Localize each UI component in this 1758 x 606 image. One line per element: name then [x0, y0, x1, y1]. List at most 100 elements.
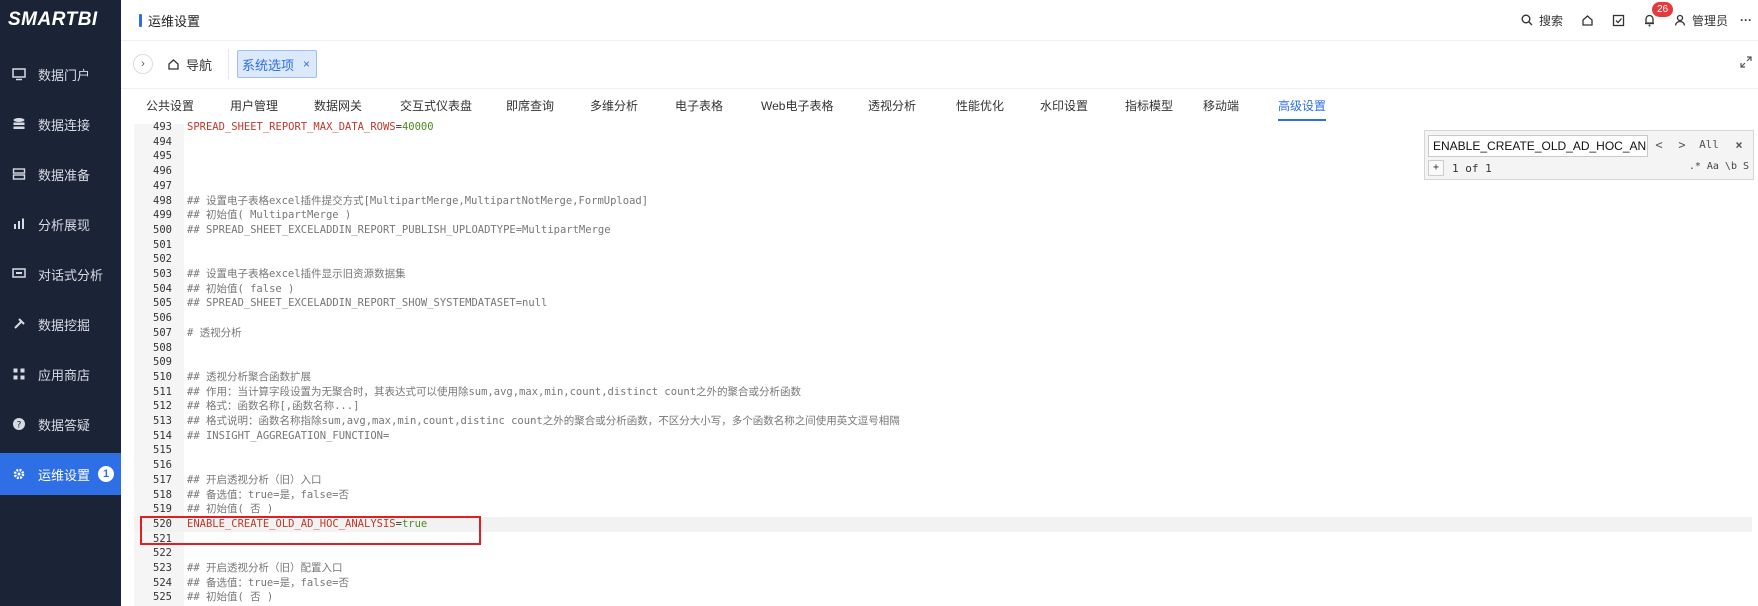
- code-line[interactable]: 498 ## 设置电子表格excel插件提交方式[MultipartMerge,M…: [134, 194, 1752, 209]
- tasks-button[interactable]: [1612, 14, 1625, 27]
- regex-toggle[interactable]: .*: [1689, 161, 1701, 172]
- code-line[interactable]: 523 ## 开启透视分析（旧）配置入口: [134, 561, 1752, 576]
- code-line[interactable]: 507 # 透视分析: [134, 326, 1752, 341]
- line-number: 522: [153, 547, 172, 560]
- code-line[interactable]: 505 ## SPREAD_SHEET_EXCELADDIN_REPORT_SHO…: [134, 296, 1752, 311]
- settings-subtabs: 公共设置 用户管理 数据网关 交互式仪表盘 即席查询 多维分析 电子表格 Web电子表格 透视分…: [121, 88, 1758, 121]
- find-input[interactable]: ENABLE_CREATE_OLD_AD_HOC_AN: [1428, 135, 1648, 157]
- subtab-11[interactable]: 指标模型: [1125, 97, 1173, 114]
- find-prev-button[interactable]: <: [1650, 135, 1668, 155]
- home-icon: [168, 58, 179, 70]
- open-tabs-bar: › 导航 系统选项 ×: [121, 40, 1758, 89]
- close-tab-icon[interactable]: ×: [303, 57, 310, 71]
- code-line[interactable]: 506: [134, 311, 1752, 326]
- tab-divider: [228, 49, 230, 79]
- code-line[interactable]: 509: [134, 355, 1752, 370]
- code-line[interactable]: 512 ## 格式：函数名称[,函数名称...]: [134, 399, 1752, 414]
- code-line[interactable]: 508: [134, 341, 1752, 356]
- svg-text:?: ?: [17, 421, 22, 431]
- code-text: ## 设置电子表格excel插件提交方式[MultipartMerge,Mult…: [187, 194, 649, 207]
- tab-system-options[interactable]: 系统选项 ×: [237, 50, 318, 78]
- code-text: ## 开启透视分析（旧）配置入口: [187, 562, 343, 574]
- line-number: 500: [153, 223, 172, 236]
- code-line[interactable]: 511 ## 作用：当计算字段设置为无聚合时，其表达式可以使用除sum,avg,m…: [134, 385, 1752, 400]
- find-match-count: 1 of 1: [1452, 161, 1492, 175]
- subtab-5[interactable]: 多维分析: [590, 97, 638, 114]
- subtab-3[interactable]: 交互式仪表盘: [400, 97, 472, 114]
- home-button[interactable]: [1581, 14, 1594, 27]
- sidebar-item-0[interactable]: 数据门户: [0, 53, 121, 95]
- search-selection-toggle[interactable]: S: [1743, 161, 1749, 172]
- search-label: 搜索: [1538, 13, 1563, 28]
- whole-word-toggle[interactable]: \b: [1725, 161, 1737, 172]
- find-all-button[interactable]: All: [1697, 135, 1721, 155]
- sidebar-item-8[interactable]: 运维设置 1: [0, 453, 121, 495]
- user-menu[interactable]: 管理员: [1674, 12, 1728, 29]
- subtab-10[interactable]: 水印设置: [1040, 97, 1088, 114]
- line-number: 515: [153, 444, 172, 457]
- line-number: 510: [153, 370, 172, 383]
- expand-icon: [1740, 56, 1752, 68]
- code-line[interactable]: 519 ## 初始值( 否 ): [134, 502, 1752, 517]
- code-line[interactable]: 510 ## 透视分析聚合函数扩展: [134, 370, 1752, 385]
- line-number: 495: [153, 150, 172, 163]
- line-number: 525: [153, 591, 172, 604]
- code-line[interactable]: 524 ## 备选值：true=是，false=否: [134, 576, 1752, 591]
- subtab-6[interactable]: 电子表格: [675, 97, 723, 114]
- sidebar-item-2[interactable]: 数据准备: [0, 153, 121, 195]
- collapse-sidebar-button[interactable]: ›: [133, 54, 153, 74]
- subtab-13[interactable]: 高级设置: [1278, 97, 1327, 121]
- subtab-8[interactable]: 透视分析: [868, 97, 916, 114]
- code-text: ## 备选值：true=是，false=否: [187, 576, 350, 589]
- subtab-7[interactable]: Web电子表格: [761, 97, 833, 114]
- line-number: 509: [153, 356, 172, 369]
- line-number: 519: [153, 503, 172, 516]
- code-line[interactable]: 504 ## 初始值( false ): [134, 282, 1752, 297]
- code-line[interactable]: 517 ## 开启透视分析（旧）入口: [134, 473, 1752, 488]
- sidebar-item-6[interactable]: 应用商店: [0, 353, 121, 395]
- sidebar-item-7[interactable]: ? 数据答疑: [0, 403, 121, 445]
- sidebar-item-4[interactable]: 对话式分析: [0, 253, 121, 295]
- code-line[interactable]: 499 ## 初始值( MultipartMerge ): [134, 208, 1752, 223]
- fullscreen-button[interactable]: [1740, 56, 1752, 71]
- sidebar-item-label: 应用商店: [38, 367, 91, 383]
- more-menu-button[interactable]: ···: [1740, 13, 1752, 27]
- code-text: ## INSIGHT_AGGREGATION_FUNCTION=: [187, 429, 390, 442]
- sidebar-item-5[interactable]: 数据挖掘: [0, 303, 121, 345]
- brand-logo[interactable]: SMARTBI: [0, 0, 121, 40]
- find-close-button[interactable]: ×: [1731, 135, 1747, 155]
- line-number: 523: [153, 562, 172, 574]
- code-line[interactable]: 525 ## 初始值( 否 ): [134, 590, 1752, 605]
- sidebar-item-1[interactable]: 数据连接: [0, 103, 121, 145]
- code-line[interactable]: 500 ## SPREAD_SHEET_EXCELADDIN_REPORT_PUB…: [134, 223, 1752, 238]
- subtab-0[interactable]: 公共设置: [146, 97, 194, 114]
- tab-navigation[interactable]: 导航: [167, 55, 212, 74]
- line-number: 497: [153, 179, 172, 192]
- find-next-button[interactable]: >: [1673, 135, 1691, 155]
- notifications-button[interactable]: 26: [1643, 2, 1674, 27]
- line-number: 502: [153, 253, 172, 266]
- code-line[interactable]: 503 ## 设置电子表格excel插件显示旧资源数据集: [134, 267, 1752, 282]
- code-line[interactable]: 518 ## 备选值：true=是，false=否: [134, 488, 1752, 503]
- code-line[interactable]: 501: [134, 238, 1752, 253]
- code-line[interactable]: 516: [134, 458, 1752, 473]
- sidebar-badge: 1: [98, 466, 115, 482]
- subtab-2[interactable]: 数据网关: [314, 97, 362, 114]
- sidebar-item-3[interactable]: 分析展现: [0, 203, 121, 245]
- replace-toggle-button[interactable]: +: [1428, 160, 1444, 176]
- subtab-4[interactable]: 即席查询: [506, 97, 554, 114]
- code-line[interactable]: 513 ## 格式说明：函数名称指除sum,avg,max,min,count,d…: [134, 414, 1752, 429]
- code-line[interactable]: 497: [134, 179, 1752, 194]
- case-sensitive-toggle[interactable]: Aa: [1707, 161, 1719, 172]
- code-line[interactable]: 522: [134, 546, 1752, 561]
- subtab-12[interactable]: 移动端: [1203, 97, 1239, 114]
- pickaxe-icon: [12, 317, 26, 331]
- sidebar-item-label: 数据准备: [38, 167, 91, 183]
- code-line[interactable]: 515: [134, 443, 1752, 458]
- subtab-1[interactable]: 用户管理: [230, 97, 278, 114]
- line-number: 511: [153, 385, 172, 398]
- code-line[interactable]: 502: [134, 252, 1752, 267]
- subtab-9[interactable]: 性能优化: [956, 97, 1004, 114]
- search-button[interactable]: 搜索: [1521, 12, 1563, 29]
- code-line[interactable]: 514 ## INSIGHT_AGGREGATION_FUNCTION=: [134, 429, 1752, 444]
